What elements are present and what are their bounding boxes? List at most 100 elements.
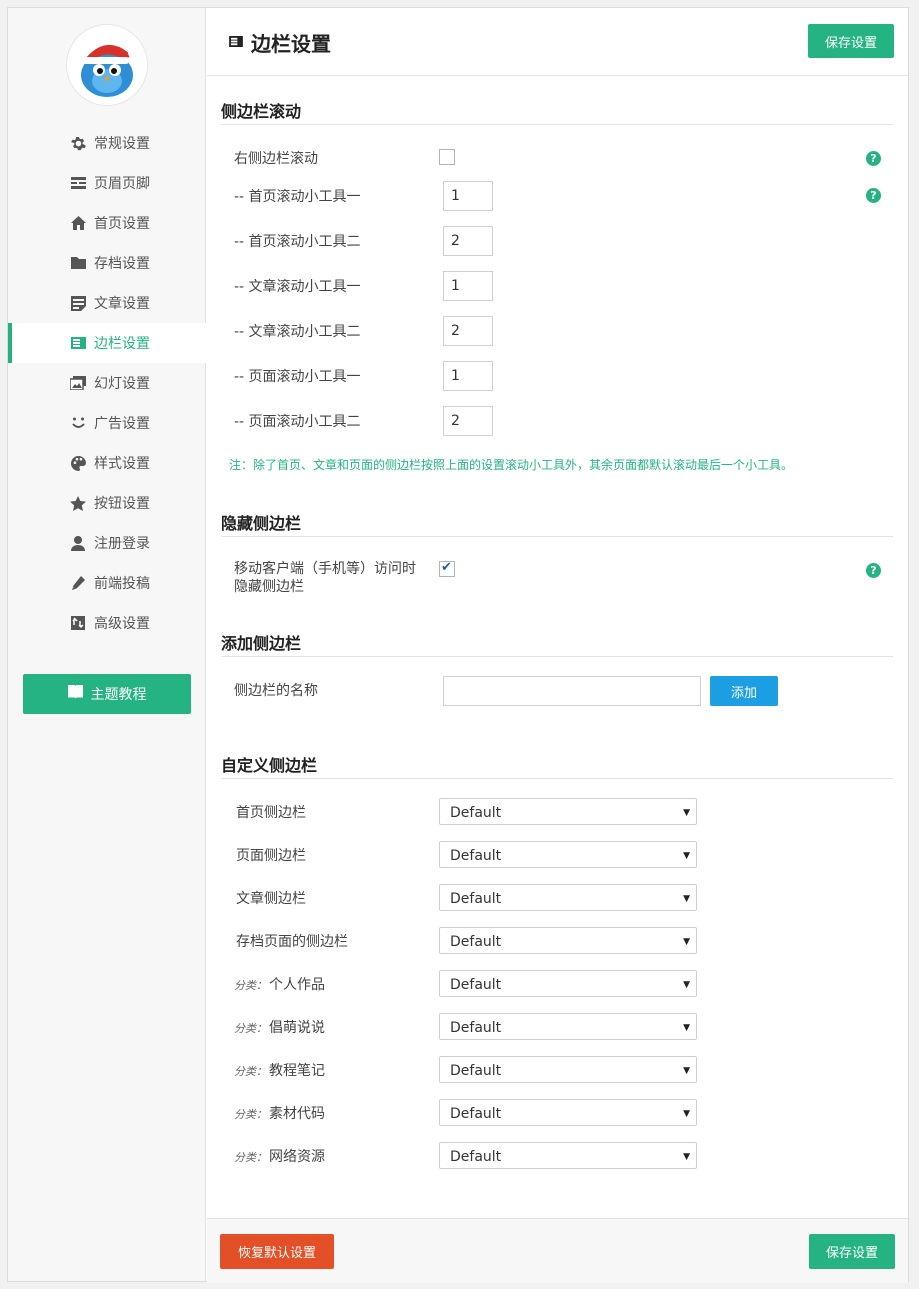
theme-tutorial-button[interactable]: 主题教程 [23, 674, 191, 714]
custom-row-label: 文章侧边栏 [234, 888, 306, 908]
row-label-text: 首页侧边栏 [236, 805, 306, 821]
section-title-add: 添加侧边栏 [221, 634, 302, 653]
row-prefix: 分类： [234, 1151, 267, 1164]
caret-down-icon: ▼ [683, 1109, 690, 1119]
star-icon [70, 495, 86, 511]
home-widget-one-input[interactable]: 1 [443, 181, 493, 211]
smile-icon [70, 415, 86, 431]
category-sidebar-select[interactable]: Default ▼ [439, 1013, 697, 1040]
sidebar-item-label: 样式设置 [94, 456, 150, 472]
archive-sidebar-select[interactable]: Default ▼ [439, 927, 697, 954]
sidebar-item-header-footer[interactable]: 页眉页脚 [8, 163, 206, 203]
sidebar-item-sidebar[interactable]: 边栏设置 [8, 323, 206, 363]
row-label-text: 个人作品 [269, 977, 325, 993]
row-label-text: 教程笔记 [269, 1063, 325, 1079]
home-icon [70, 215, 86, 231]
sidebar-item-archive[interactable]: 存档设置 [8, 243, 206, 283]
category-sidebar-select[interactable]: Default ▼ [439, 970, 697, 997]
custom-row-label: 分类： 素材代码 [234, 1103, 325, 1123]
section-title-scroll: 侧边栏滚动 [221, 102, 302, 121]
select-value: Default [450, 805, 502, 821]
select-value: Default [450, 1020, 502, 1036]
sidebar-item-label: 前端投稿 [94, 576, 150, 592]
sidebar-item-buttons[interactable]: 按钮设置 [8, 483, 206, 523]
home-sidebar-select[interactable]: Default ▼ [439, 798, 697, 825]
select-value: Default [450, 1063, 502, 1079]
mobile-hide-checkbox[interactable] [439, 560, 455, 577]
mobile-hide-label-line1: 移动客户端（手机等）访问时 [234, 561, 416, 577]
folder-icon [70, 255, 86, 271]
scroll-note: 注：除了首页、文章和页面的侧边栏按照上面的设置滚动小工具外，其余页面都默认滚动最… [229, 458, 794, 472]
category-sidebar-select[interactable]: Default ▼ [439, 1142, 697, 1169]
sidebar-menu: 常规设置 页眉页脚 首页设置 存档设置 文章设置 边栏设置 幻灯设置 广告设置 … [8, 123, 206, 643]
caret-down-icon: ▼ [683, 937, 690, 947]
sidebar-item-submit[interactable]: 前端投稿 [8, 563, 206, 603]
page-sidebar-select[interactable]: Default ▼ [439, 841, 697, 868]
sidebar-item-label: 广告设置 [94, 416, 150, 432]
sidebar-item-label: 边栏设置 [94, 336, 150, 352]
sidebar-item-label: 高级设置 [94, 616, 150, 632]
footer-bar: 恢复默认设置 保存设置 [207, 1218, 908, 1283]
slides-icon [70, 375, 86, 391]
caret-down-icon: ▼ [683, 894, 690, 904]
mobile-hide-label-line2: 隐藏侧边栏 [234, 579, 304, 595]
custom-row-label: 分类： 网络资源 [234, 1146, 325, 1166]
sidebar-icon [229, 35, 243, 51]
add-sidebar-button[interactable]: 添加 [710, 676, 778, 706]
reset-defaults-button[interactable]: 恢复默认设置 [220, 1234, 334, 1269]
help-icon[interactable]: ? [866, 188, 881, 203]
sidebar-name-input[interactable] [443, 676, 701, 706]
sidebar-name-label: 侧边栏的名称 [234, 683, 318, 699]
caret-down-icon: ▼ [683, 980, 690, 990]
help-icon[interactable]: ? [866, 151, 881, 166]
row-prefix: 分类： [234, 1022, 267, 1035]
custom-row-label: 分类： 倡萌说说 [234, 1017, 325, 1037]
page-widget-one-input[interactable]: 1 [443, 361, 493, 391]
sidebar-item-label: 按钮设置 [94, 496, 150, 512]
select-value: Default [450, 891, 502, 907]
custom-row-label: 分类： 个人作品 [234, 974, 325, 994]
caret-down-icon: ▼ [683, 1023, 690, 1033]
save-button-bottom[interactable]: 保存设置 [809, 1234, 895, 1269]
category-sidebar-select[interactable]: Default ▼ [439, 1099, 697, 1126]
save-button-top[interactable]: 保存设置 [808, 24, 894, 58]
home-widget-two-input[interactable]: 2 [443, 226, 493, 256]
widget-label: -- 首页滚动小工具一 [234, 189, 361, 205]
article-widget-one-input[interactable]: 1 [443, 271, 493, 301]
category-sidebar-select[interactable]: Default ▼ [439, 1056, 697, 1083]
sidebar-item-login[interactable]: 注册登录 [8, 523, 206, 563]
sidebar-item-advanced[interactable]: 高级设置 [8, 603, 206, 643]
section-title-custom: 自定义侧边栏 [221, 756, 318, 775]
help-icon[interactable]: ? [866, 563, 881, 578]
mobile-hide-label: 移动客户端（手机等）访问时 隐藏侧边栏 [234, 560, 416, 596]
row-prefix: 分类： [234, 1065, 267, 1078]
sidebar-item-label: 文章设置 [94, 296, 150, 312]
caret-down-icon: ▼ [683, 808, 690, 818]
sidebar-item-home[interactable]: 首页设置 [8, 203, 206, 243]
palette-icon [70, 455, 86, 471]
right-scroll-checkbox[interactable] [439, 149, 455, 165]
article-widget-two-input[interactable]: 2 [443, 316, 493, 346]
section-divider [221, 778, 893, 779]
sidebar-item-general[interactable]: 常规设置 [8, 123, 206, 163]
page-widget-two-input[interactable]: 2 [443, 406, 493, 436]
sidebar-item-article[interactable]: 文章设置 [8, 283, 206, 323]
row-label-text: 文章侧边栏 [236, 891, 306, 907]
select-value: Default [450, 1106, 502, 1122]
article-sidebar-select[interactable]: Default ▼ [439, 884, 697, 911]
row-label-text: 倡萌说说 [269, 1020, 325, 1036]
sidebar-item-slides[interactable]: 幻灯设置 [8, 363, 206, 403]
custom-row-label: 存档页面的侧边栏 [234, 931, 348, 951]
tutorial-label: 主题教程 [90, 687, 147, 703]
sidebar-item-label: 页眉页脚 [94, 176, 150, 192]
sidebar-item-ads[interactable]: 广告设置 [8, 403, 206, 443]
select-value: Default [450, 848, 502, 864]
section-divider [221, 656, 893, 657]
row-prefix: 分类： [234, 979, 267, 992]
widget-label: -- 页面滚动小工具一 [234, 369, 361, 385]
sidebar-nav: 常规设置 页眉页脚 首页设置 存档设置 文章设置 边栏设置 幻灯设置 广告设置 … [8, 8, 206, 1281]
sidebar-item-style[interactable]: 样式设置 [8, 443, 206, 483]
row-prefix: 分类： [234, 1108, 267, 1121]
sidebar-item-label: 首页设置 [94, 216, 150, 232]
gear-icon [70, 135, 86, 151]
